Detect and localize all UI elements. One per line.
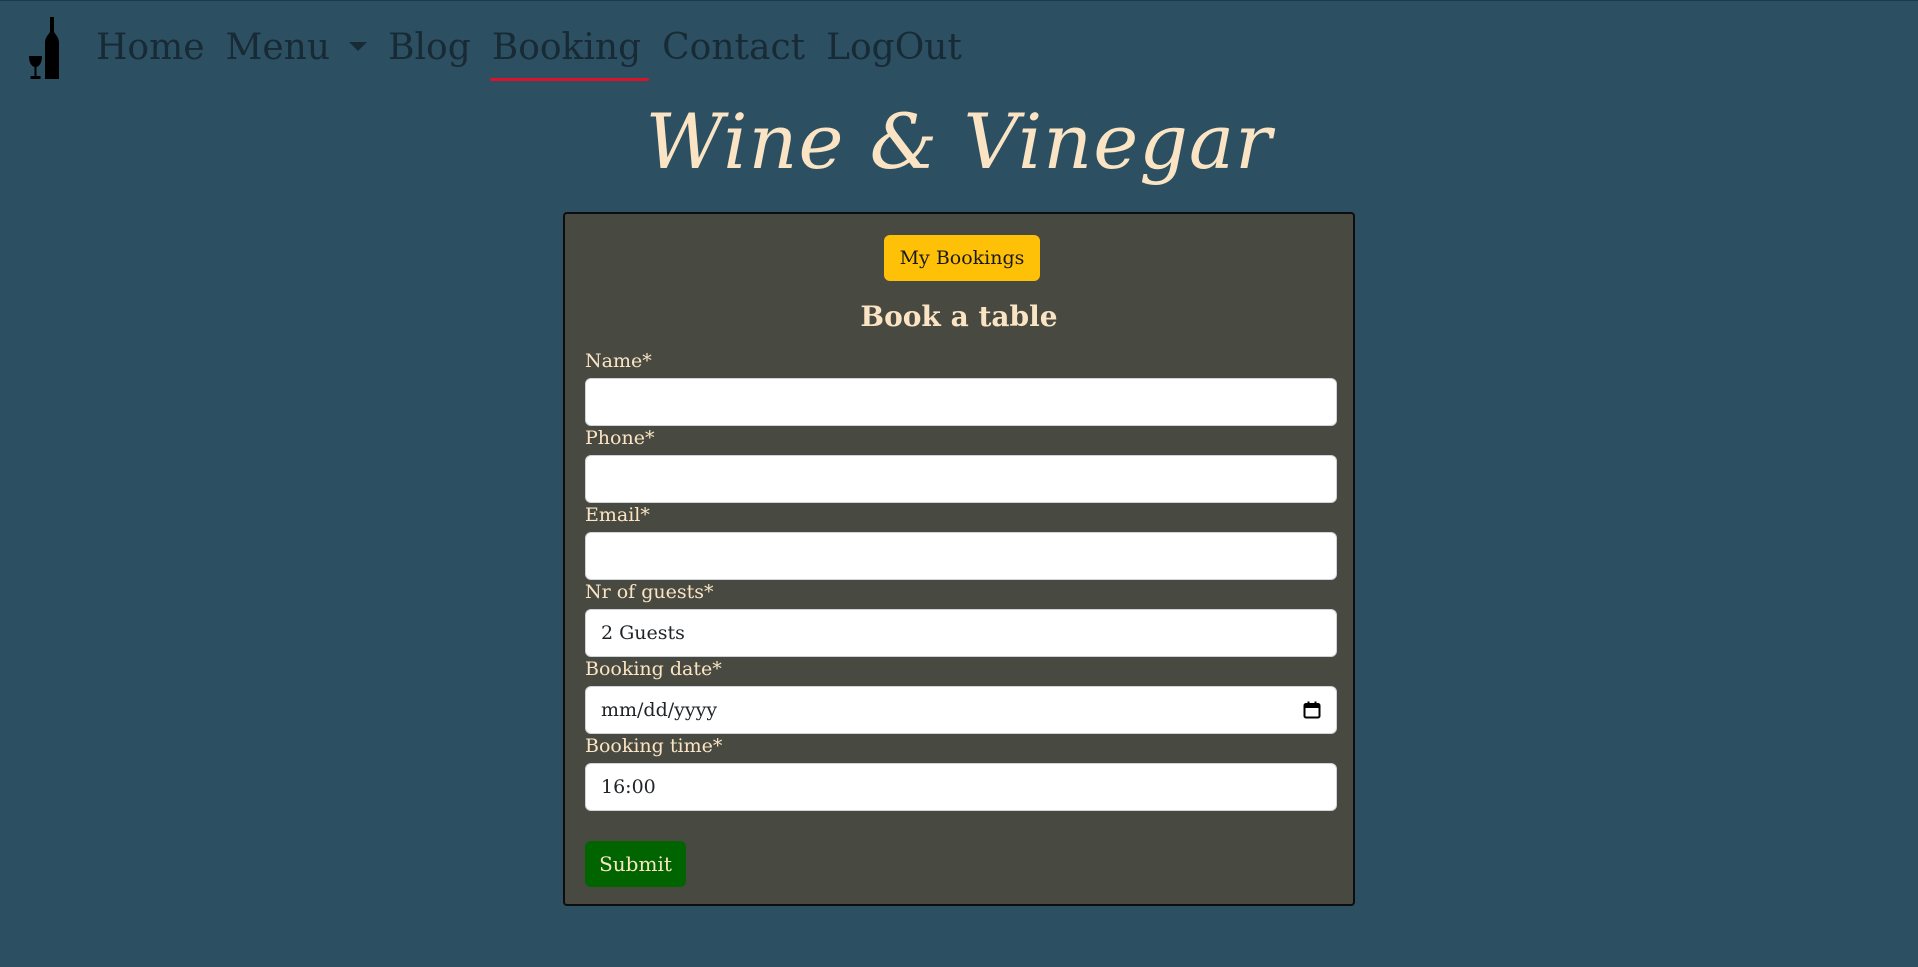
nav-links: Home Menu Blog Booking Contact LogOut	[96, 16, 983, 81]
guests-selected-value: 2 Guests	[601, 622, 685, 644]
navbar: Home Menu Blog Booking Contact LogOut	[28, 16, 983, 81]
guests-label: Nr of guests*	[585, 581, 714, 603]
phone-input[interactable]	[601, 456, 1321, 502]
name-input[interactable]	[601, 379, 1321, 425]
name-label: Name*	[585, 350, 652, 372]
email-label: Email*	[585, 504, 650, 526]
nav-blog-link[interactable]: Blog	[388, 30, 471, 66]
site-title: Wine & Vinegar	[645, 97, 1273, 186]
calendar-icon[interactable]	[1303, 701, 1321, 719]
name-field[interactable]	[585, 378, 1337, 426]
booking-form-card: My Bookings Book a table Name* Phone* Em…	[563, 212, 1355, 906]
nav-home-link[interactable]: Home	[96, 30, 205, 66]
guests-select[interactable]: 2 Guests	[585, 609, 1337, 657]
chevron-down-icon	[349, 41, 368, 51]
booking-date-placeholder: mm/dd/yyyy	[601, 699, 718, 721]
email-field[interactable]	[585, 532, 1337, 580]
nav-contact-link[interactable]: Contact	[662, 30, 805, 66]
nav-booking-link[interactable]: Booking	[489, 30, 650, 81]
phone-label: Phone*	[585, 427, 655, 449]
submit-button[interactable]: Submit	[585, 841, 686, 887]
my-bookings-button[interactable]: My Bookings	[884, 235, 1040, 281]
booking-time-label: Booking time*	[585, 735, 723, 757]
booking-time-selected-value: 16:00	[601, 776, 656, 798]
form-title: Book a table	[860, 300, 1058, 333]
phone-field[interactable]	[585, 455, 1337, 503]
nav-menu-label: Menu	[225, 27, 331, 68]
wine-bottle-and-glass-icon[interactable]	[28, 16, 68, 80]
booking-date-field[interactable]: mm/dd/yyyy	[585, 686, 1337, 734]
booking-date-label: Booking date*	[585, 658, 722, 680]
top-border	[0, 0, 1918, 1]
email-input[interactable]	[601, 533, 1321, 579]
booking-time-select[interactable]: 16:00	[585, 763, 1337, 811]
nav-logout-link[interactable]: LogOut	[826, 30, 962, 66]
nav-menu-dropdown[interactable]: Menu	[226, 30, 368, 66]
